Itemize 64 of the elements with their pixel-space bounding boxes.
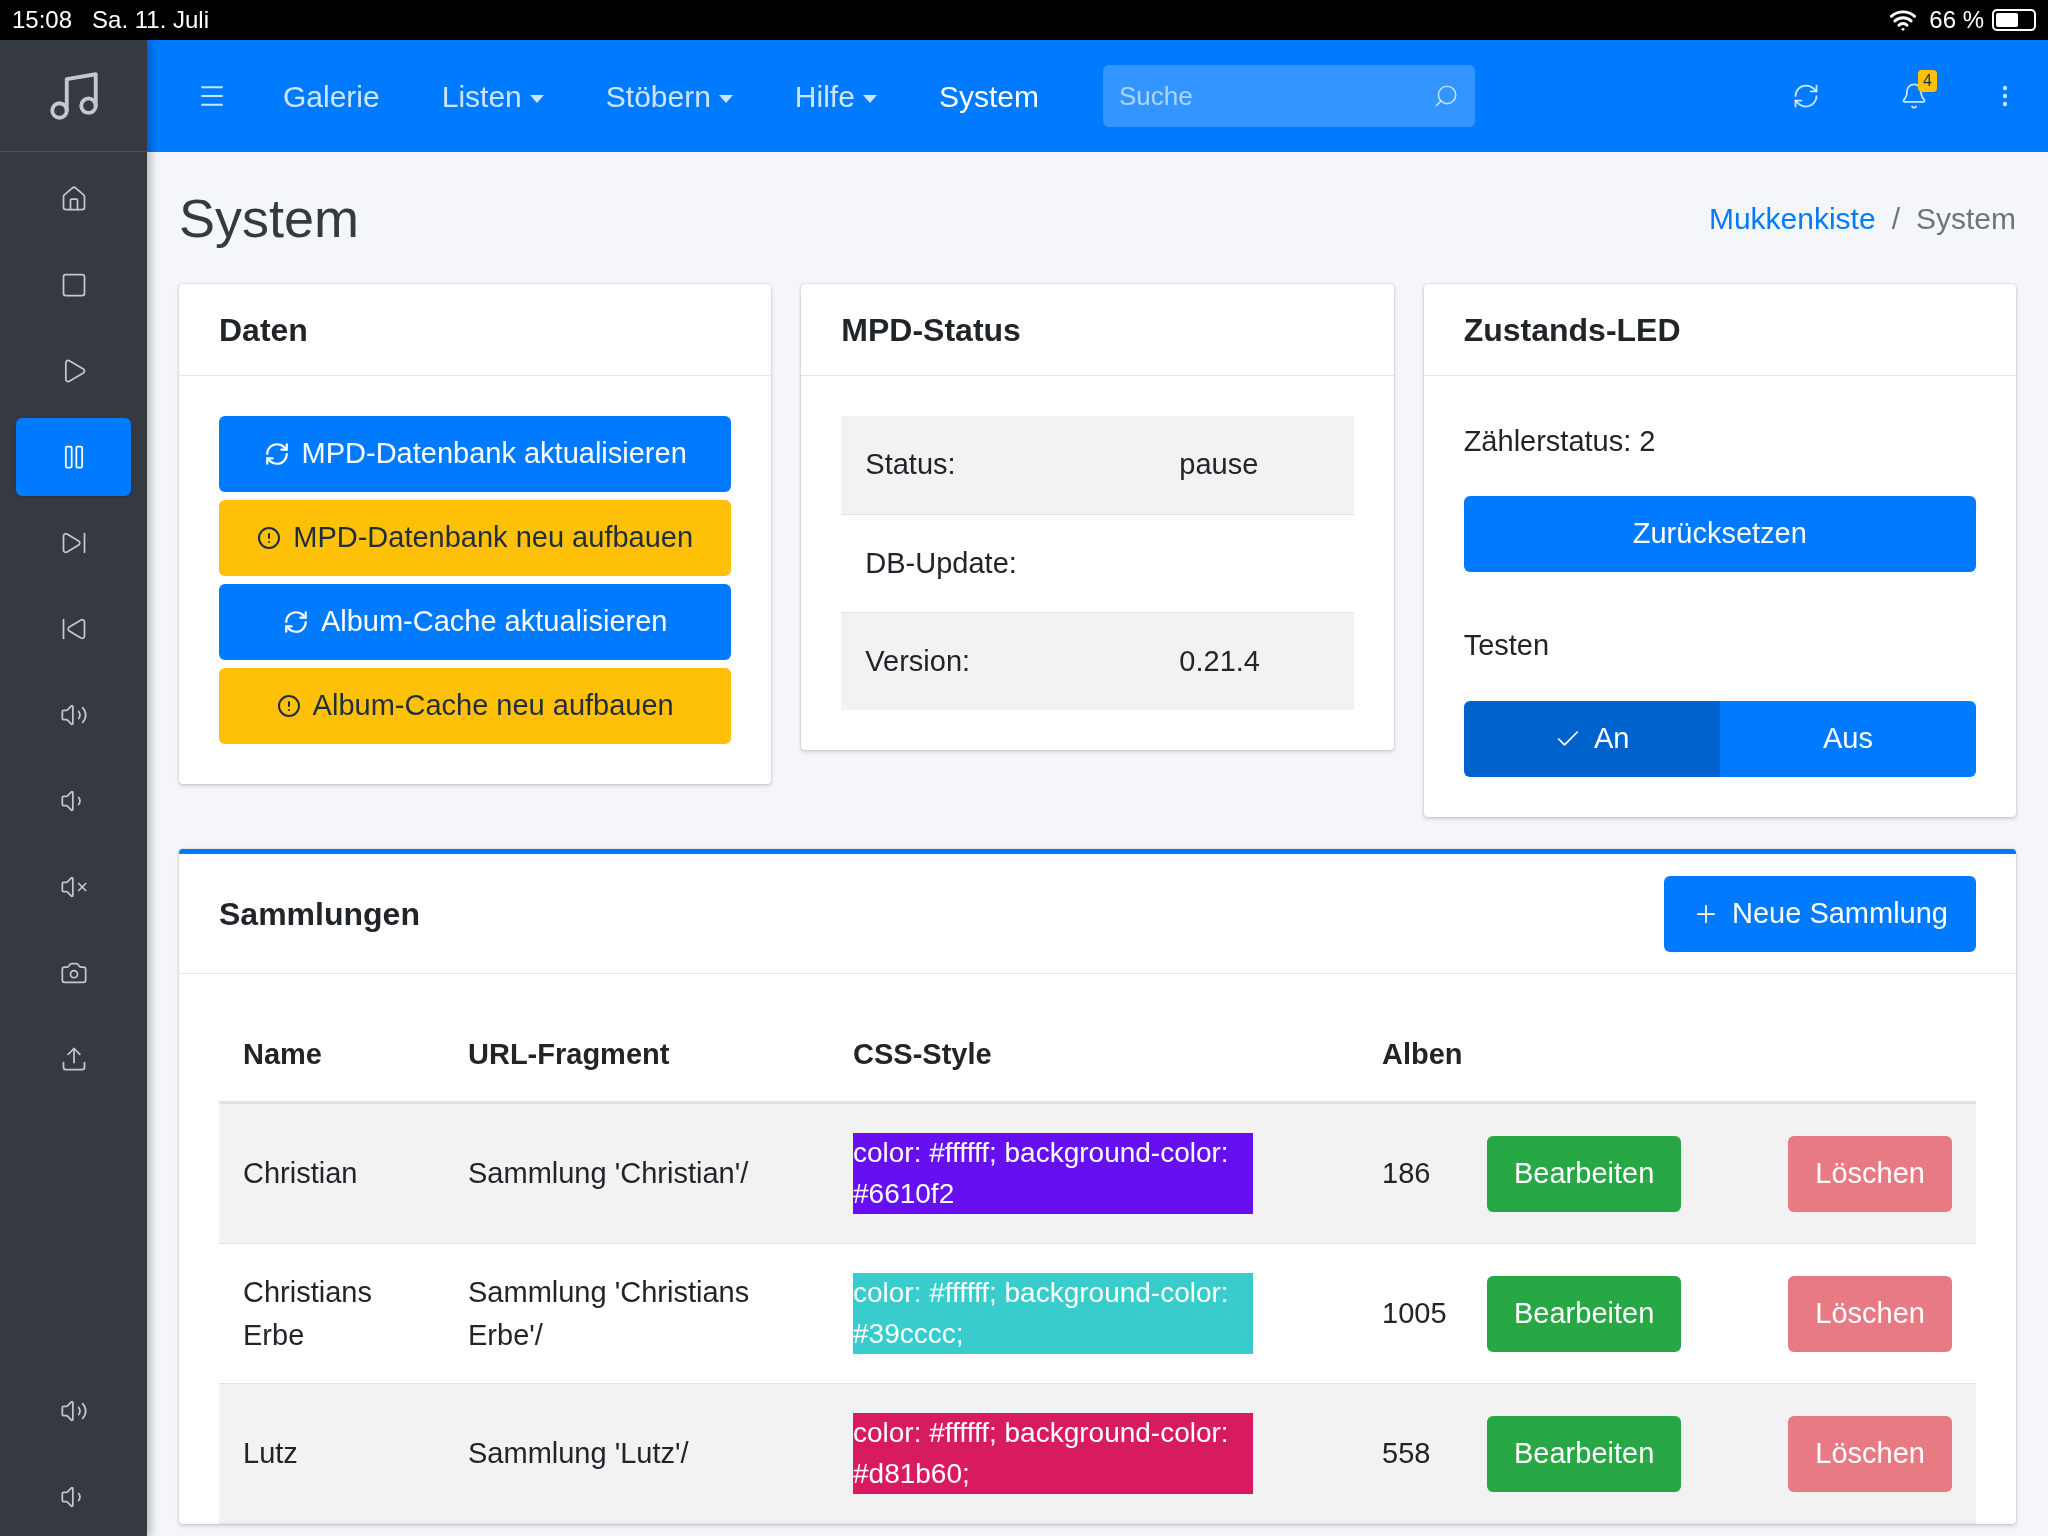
edit-button[interactable]: Bearbeiten — [1487, 1135, 1682, 1212]
refresh-icon — [1792, 82, 1820, 110]
table-cell-text: Sammlung 'Christians Erbe'/ — [467, 1275, 751, 1353]
nav-link[interactable]: Hilfe — [770, 73, 901, 119]
sidebar-button[interactable] — [16, 418, 131, 496]
caret-icon — [529, 94, 544, 103]
caret-icon — [862, 94, 877, 103]
table-cell-text: Lutz — [242, 1436, 299, 1472]
card-title: Daten — [219, 310, 308, 350]
column-header: URL-Fragment — [467, 1036, 671, 1072]
toggle-button[interactable]: An — [1463, 701, 1720, 777]
table-cell-text: Sammlung 'Christian'/ — [467, 1156, 750, 1192]
nav-link[interactable]: Listen — [417, 73, 568, 119]
card-title: Sammlungen — [219, 894, 420, 934]
card-title: Zustands-LED — [1463, 310, 1681, 350]
status-value: pause — [1179, 447, 1259, 483]
reset-button[interactable]: Zurücksetzen — [1463, 495, 1976, 572]
table-cell-text: Sammlung 'Lutz'/ — [467, 1436, 690, 1472]
rebuild-button[interactable]: Album-Cache neu aufbauen — [219, 668, 732, 744]
more-icon — [2002, 85, 2008, 107]
column-header: Alben — [1381, 1036, 1464, 1072]
column-header: CSS-Style — [852, 1036, 993, 1072]
table-cell-text: 186 — [1381, 1155, 1432, 1191]
alert-icon — [276, 694, 301, 718]
alert-icon — [257, 526, 282, 550]
caret-icon — [718, 94, 733, 103]
search-icon — [1432, 83, 1459, 109]
refresh-icon — [282, 609, 309, 635]
css-style-tag: color: #ffffff; background-color: #6610f2 — [853, 1132, 1253, 1215]
nav-link[interactable]: Galerie — [259, 73, 404, 119]
breadcrumb-separator: / — [1891, 200, 1900, 237]
table-cell-text: 558 — [1381, 1435, 1432, 1471]
battery-percentage: 66 % — [1929, 5, 1984, 35]
breadcrumb-current: System — [1915, 200, 2016, 237]
status-label: Status: — [865, 447, 957, 483]
battery-icon — [1992, 9, 2036, 31]
card-title: MPD-Status — [841, 310, 1021, 350]
table-cell-text: Christian — [242, 1156, 359, 1192]
status-value: 0.21.4 — [1179, 643, 1260, 679]
test-label: Testen — [1463, 627, 1551, 663]
breadcrumb-link[interactable]: Mukkenkiste — [1708, 195, 1876, 241]
status-time: 15:08 — [12, 5, 73, 35]
edit-button[interactable]: Bearbeiten — [1487, 1275, 1682, 1352]
update-button[interactable]: Album-Cache aktualisieren — [219, 584, 732, 660]
css-style-tag: color: #ffffff; background-color: #d81b60; — [853, 1412, 1253, 1495]
table-cell-text: Christians Erbe — [242, 1275, 373, 1353]
notification-badge: 4 — [1918, 70, 1937, 92]
refresh-button[interactable] — [1792, 82, 1820, 110]
rebuild-button[interactable]: MPD-Datenbank neu aufbauen — [219, 500, 732, 576]
nav-link[interactable]: Stöbern — [581, 73, 757, 119]
table-cell-text: 1005 — [1381, 1295, 1448, 1331]
status-date: Sa. 11. Juli — [92, 5, 209, 35]
toggle-button[interactable]: Aus — [1719, 701, 1976, 777]
edit-button[interactable]: Bearbeiten — [1487, 1415, 1682, 1492]
counter-status: Zählerstatus: 2 — [1463, 424, 1657, 459]
status-label: Version: — [865, 643, 972, 679]
refresh-icon — [263, 441, 290, 467]
nav-link[interactable]: System — [914, 73, 1063, 119]
page-title: System — [179, 186, 360, 250]
column-header: Name — [242, 1036, 323, 1072]
update-button[interactable]: MPD-Datenbank aktualisieren — [219, 416, 732, 492]
new-collection-button[interactable]: Neue Sammlung — [1664, 875, 1976, 952]
status-label: DB-Update: — [865, 545, 1018, 581]
css-style-tag: color: #ffffff; background-color: #39cccc; — [853, 1272, 1253, 1355]
